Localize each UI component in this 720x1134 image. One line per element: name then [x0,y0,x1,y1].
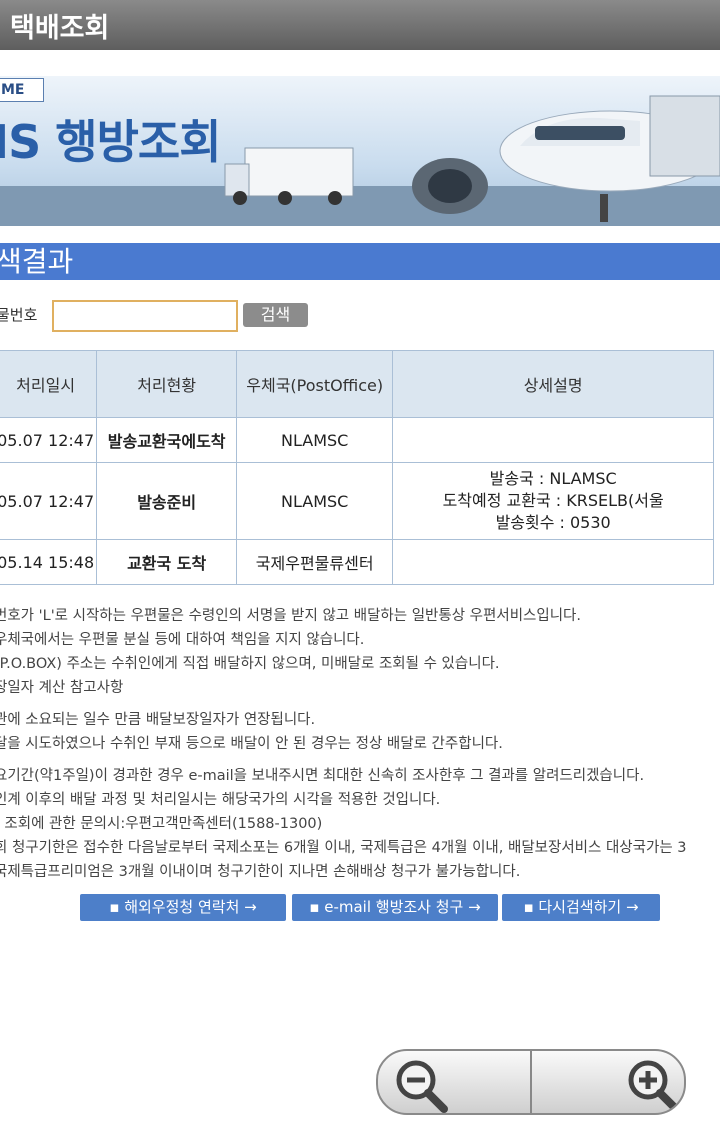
table-row: 05.07 12:47 발송교환국에도착 NLAMSC [0,417,714,463]
note-item: 장일자 계산 참고사항 [0,680,124,696]
table-row: 05.14 15:48 교환국 도착 국제우편물류센터 [0,539,714,585]
detail-dispatch-count: 발송횟수 : 0530 [495,513,611,532]
note-item: 번호가 'L'로 시작하는 우편물은 수령인의 서명을 받지 않고 배달하는 일… [0,608,582,624]
row-datetime: 05.14 15:48 [0,539,98,585]
note-item: 인계 이후의 배달 과정 및 처리일시는 해당국가의 시각을 적용한 것입니다. [0,792,441,808]
overseas-contact-button[interactable]: ▪ 해외우정청 연락처 → [80,894,286,921]
zoom-controls [376,1049,686,1115]
zoom-out-button[interactable] [378,1051,530,1113]
zoom-in-button[interactable] [532,1051,684,1113]
note-item: 회 청구기한은 접수한 다음날로부터 국제소포는 6개월 이내, 국제특급은 4… [0,840,687,856]
zoom-in-icon [628,1060,680,1113]
row-office: 국제우편물류센터 [236,539,394,585]
row-detail: 발송국 : NLAMSC 도착예정 교환국 : KRSELB(서울 발송횟수 :… [392,462,714,540]
note-item: (P.O.BOX) 주소는 수취인에게 직접 배달하지 않으며, 미배달로 조회… [0,656,500,672]
research-button[interactable]: ▪ 다시검색하기 → [502,894,660,921]
row-status: 발송준비 [96,462,238,540]
note-item: 관에 소요되는 일수 만큼 배달보장일자가 연장됩니다. [0,712,316,728]
note-item: 달을 시도하였으나 수취인 부재 등으로 배달이 안 된 경우는 정상 배달로 … [0,736,503,752]
header-datetime: 처리일시 [0,350,98,418]
row-status: 발송교환국에도착 [96,417,238,463]
note-item: 국제특급프리미엄은 3개월 이내이며 청구기한이 지나면 손해배상 청구가 불가… [0,864,521,880]
row-datetime: 05.07 12:47 [0,462,98,540]
detail-destination: 도착예정 교환국 : KRSELB(서울 [442,491,664,510]
row-datetime: 05.07 12:47 [0,417,98,463]
note-item: ! 조회에 관한 문의시:우편고객만족센터(1588-1300) [0,816,323,832]
table-row: 05.07 12:47 발송준비 NLAMSC 발송국 : NLAMSC 도착예… [0,462,714,540]
app-title: 택배조회 [10,13,110,44]
note-item: 요기간(약1주일)이 경과한 경우 e-mail을 보내주시면 최대한 신속히 … [0,768,645,784]
tracking-number-input[interactable] [52,300,238,332]
banner-tag: ME [0,78,44,102]
banner-title: IS 행방조회 [0,115,222,169]
section-header: 색결과 [0,243,720,280]
tracking-results-table: 처리일시 처리현황 우체국(PostOffice) 상세설명 05.07 12:… [0,350,714,585]
tracking-number-label: 물번호 [0,306,38,324]
row-status: 교환국 도착 [96,539,238,585]
email-request-button[interactable]: ▪ e-mail 행방조사 청구 → [292,894,498,921]
header-office: 우체국(PostOffice) [236,350,394,418]
row-detail [392,539,714,585]
zoom-out-icon [396,1060,448,1113]
row-office: NLAMSC [236,462,394,540]
section-title: 색결과 [0,245,74,278]
table-header-row: 처리일시 처리현황 우체국(PostOffice) 상세설명 [0,350,714,418]
row-detail [392,417,714,463]
app-bar: 택배조회 [0,0,720,50]
header-status: 처리현황 [96,350,238,418]
search-button[interactable]: 검색 [243,303,308,327]
row-office: NLAMSC [236,417,394,463]
detail-origin: 발송국 : NLAMSC [489,469,617,488]
note-item: 우체국에서는 우편물 분실 등에 대하여 책임을 지지 않습니다. [0,632,365,648]
ems-banner: ME IS 행방조회 [0,76,720,226]
header-detail: 상세설명 [392,350,714,418]
